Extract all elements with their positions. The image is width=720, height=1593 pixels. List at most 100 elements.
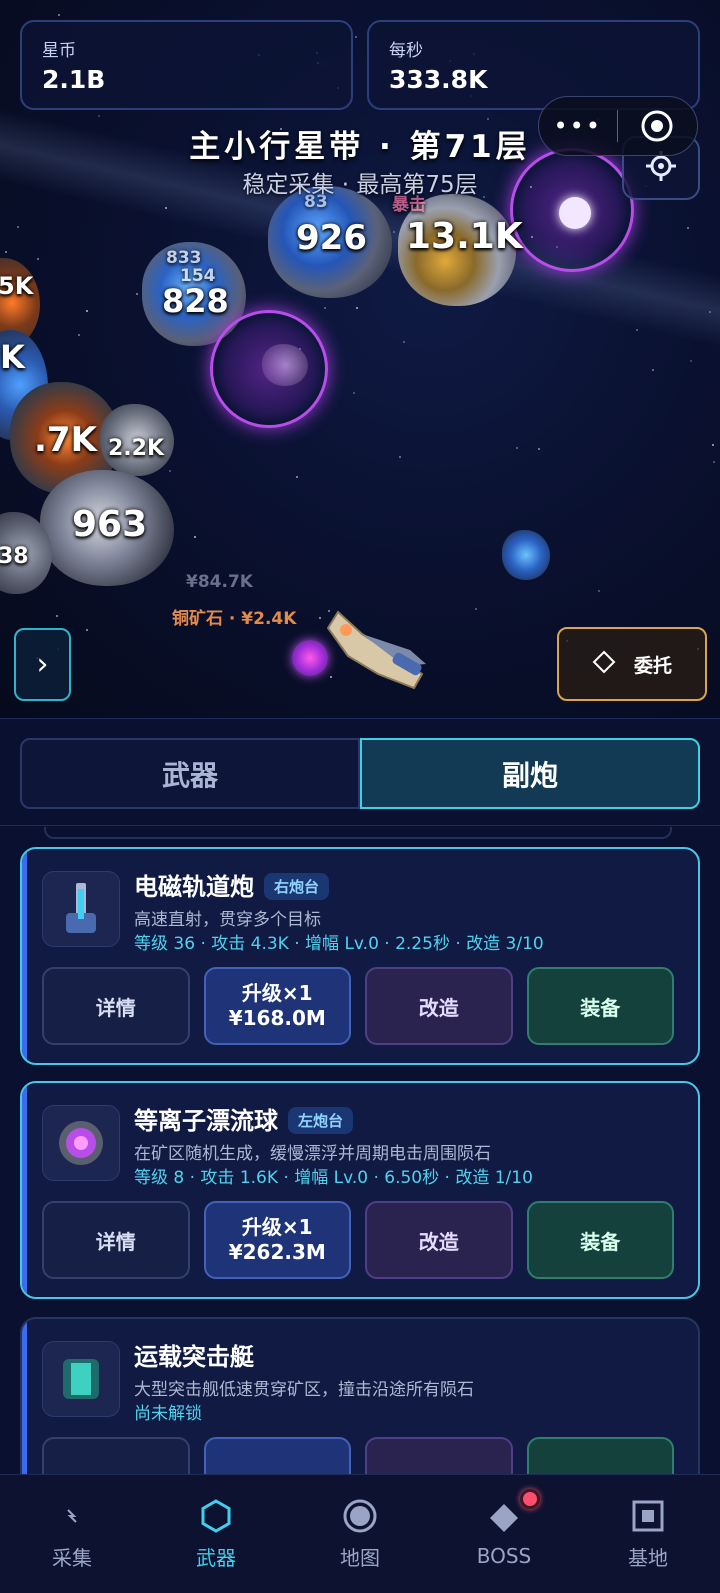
nav-label: BOSS bbox=[476, 1544, 532, 1568]
weapon-stats: 等级 8 · 攻击 1.6K · 增幅 Lv.0 · 6.50秒 · 改造 1/… bbox=[134, 1168, 533, 1188]
nav-map[interactable]: 地图 bbox=[288, 1475, 432, 1593]
card-accent bbox=[22, 849, 27, 1063]
star bbox=[538, 448, 540, 450]
equip-button[interactable] bbox=[526, 1437, 674, 1474]
star bbox=[709, 311, 711, 313]
card-accent bbox=[22, 1083, 27, 1297]
weapon-card: 等离子漂流球 左炮台 在矿区随机生成，缓慢漂浮并周期电击周围陨石 等级 8 · 攻… bbox=[20, 1081, 700, 1299]
assault-craft-icon bbox=[42, 1341, 120, 1417]
coins-value: 2.1B bbox=[42, 65, 106, 94]
plasma-orb-icon bbox=[42, 1105, 120, 1181]
loot-text-copper: 铜矿石 · ¥2.4K bbox=[172, 609, 297, 629]
expand-side-button[interactable]: › bbox=[14, 628, 71, 701]
weapon-stats: 等级 36 · 攻击 4.3K · 增幅 Lv.0 · 2.25秒 · 改造 3… bbox=[134, 934, 544, 954]
star bbox=[86, 629, 88, 631]
star bbox=[712, 444, 714, 446]
modify-button[interactable]: 改造 bbox=[365, 967, 513, 1045]
equip-button[interactable]: 装备 bbox=[526, 1201, 674, 1279]
level-subtitle: 稳定采集 · 最高第75层 bbox=[242, 172, 478, 198]
star bbox=[78, 334, 80, 336]
damage-number: 38 bbox=[0, 544, 29, 569]
square-icon bbox=[630, 1498, 666, 1534]
tab-weapons[interactable]: 武器 bbox=[20, 738, 360, 809]
star bbox=[355, 36, 357, 38]
weapon-desc: 高速直射，贯穿多个目标 bbox=[134, 910, 321, 930]
notification-dot bbox=[520, 1489, 540, 1509]
star bbox=[652, 369, 654, 371]
nav-weapons[interactable]: 武器 bbox=[144, 1475, 288, 1593]
weapon-actions: 详情 升级×1 ¥262.3M 改造 装备 bbox=[42, 1201, 674, 1279]
vortex-ring bbox=[210, 310, 328, 428]
star bbox=[687, 227, 689, 229]
equip-button[interactable]: 装备 bbox=[526, 967, 674, 1045]
detail-button[interactable]: 详情 bbox=[42, 1201, 190, 1279]
star bbox=[296, 476, 298, 478]
modify-button[interactable]: 改造 bbox=[365, 1201, 513, 1279]
star bbox=[58, 14, 60, 16]
damage-number: 13.1K bbox=[406, 216, 523, 257]
star bbox=[324, 307, 326, 309]
star bbox=[475, 608, 477, 610]
game-scene[interactable]: 926 13.1K 828 5K K .7K 2.2K 963 38 833 1… bbox=[0, 0, 720, 718]
diamond-outline-icon bbox=[592, 650, 616, 679]
star bbox=[353, 392, 355, 394]
damage-number: 926 bbox=[296, 218, 367, 258]
lightning-icon bbox=[54, 1498, 90, 1534]
star bbox=[516, 447, 518, 449]
rate-label: 每秒 bbox=[389, 41, 423, 61]
mount-badge: 右炮台 bbox=[264, 873, 330, 900]
chevron-right-icon: › bbox=[36, 647, 49, 682]
tab-secondary[interactable]: 副炮 bbox=[360, 738, 700, 809]
star bbox=[393, 231, 395, 233]
weapon-tabs: 武器 副炮 bbox=[20, 738, 700, 809]
damage-number: 2.2K bbox=[108, 436, 165, 461]
star bbox=[169, 470, 171, 472]
damage-number: 154 bbox=[180, 266, 216, 286]
rate-value: 333.8K bbox=[389, 65, 488, 94]
nav-label: 基地 bbox=[628, 1545, 668, 1570]
detail-button[interactable] bbox=[42, 1437, 190, 1474]
damage-number: .7K bbox=[34, 420, 97, 460]
star bbox=[165, 207, 167, 209]
upgrade-button[interactable]: 升级×1 ¥168.0M bbox=[203, 967, 351, 1045]
star bbox=[17, 226, 19, 228]
star bbox=[37, 258, 39, 260]
mount-badge: 左炮台 bbox=[288, 1107, 354, 1134]
upgrade-button[interactable] bbox=[203, 1437, 351, 1474]
star bbox=[403, 341, 405, 343]
commission-button[interactable]: 委托 bbox=[557, 627, 707, 701]
star bbox=[356, 307, 358, 309]
damage-number: 5K bbox=[0, 272, 34, 300]
star bbox=[5, 251, 7, 253]
upgrade-button[interactable]: 升级×1 ¥262.3M bbox=[203, 1201, 351, 1279]
diamond-icon bbox=[486, 1500, 522, 1536]
star bbox=[56, 615, 58, 617]
planet-icon bbox=[342, 1498, 378, 1534]
star bbox=[86, 310, 88, 312]
detail-button[interactable]: 详情 bbox=[42, 967, 190, 1045]
star bbox=[194, 536, 196, 538]
railgun-icon bbox=[42, 871, 120, 947]
coins-card: 星币 2.1B bbox=[20, 20, 353, 110]
weapon-card-locked: 运载突击艇 大型突击舰低速贯穿矿区，撞击沿途所有陨石 尚未解锁 bbox=[20, 1317, 700, 1474]
star bbox=[690, 360, 692, 362]
weapon-name: 运载突击艇 bbox=[134, 1343, 254, 1371]
asteroid[interactable] bbox=[502, 530, 550, 580]
weapon-actions bbox=[42, 1437, 674, 1474]
nav-label: 地图 bbox=[340, 1545, 380, 1570]
star bbox=[136, 293, 138, 295]
card-peek bbox=[44, 827, 672, 839]
star bbox=[598, 590, 600, 592]
weapon-actions: 详情 升级×1 ¥168.0M 改造 装备 bbox=[42, 967, 674, 1045]
weapon-card: 电磁轨道炮 右炮台 高速直射，贯穿多个目标 等级 36 · 攻击 4.3K · 增… bbox=[20, 847, 700, 1065]
damage-number: 828 bbox=[162, 282, 229, 320]
damage-number: K bbox=[0, 338, 25, 376]
nav-boss[interactable]: BOSS bbox=[432, 1475, 576, 1593]
bottom-nav: 采集 武器 地图 BOSS 基地 bbox=[0, 1474, 720, 1593]
damage-number: 833 bbox=[166, 248, 202, 268]
nav-base[interactable]: 基地 bbox=[576, 1475, 720, 1593]
nav-label: 采集 bbox=[52, 1545, 92, 1570]
nav-collect[interactable]: 采集 bbox=[0, 1475, 144, 1593]
level-title: 主小行星带 · 第71层 bbox=[189, 129, 531, 165]
modify-button[interactable] bbox=[365, 1437, 513, 1474]
